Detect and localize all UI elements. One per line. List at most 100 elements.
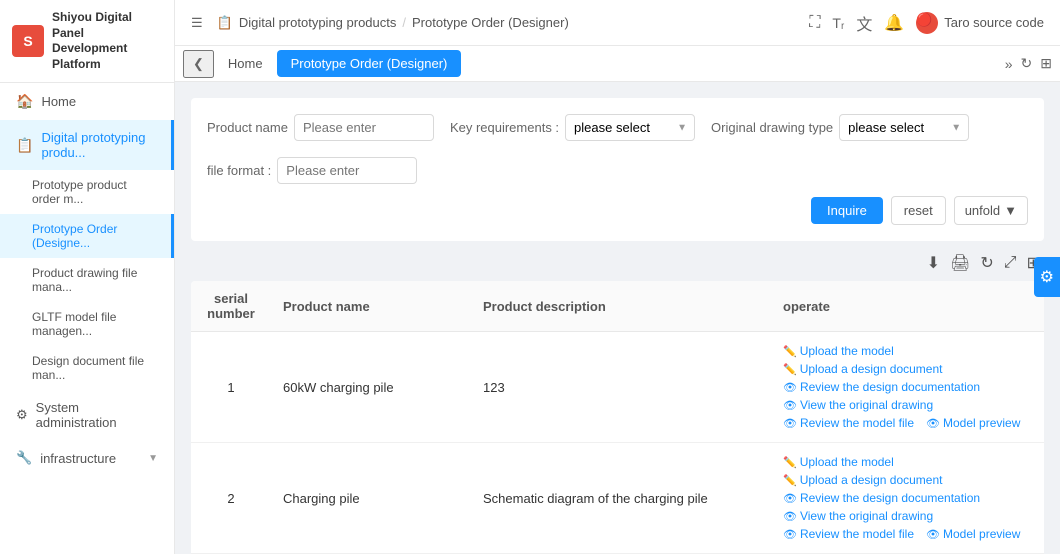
table-toolbar: ⬇ 🖨 ↻ ⤢ ⊞ [191, 253, 1044, 273]
tabbar-actions: » ↻ ⊞ [1005, 55, 1052, 72]
op-upload-design-2[interactable]: ✏️Upload a design document [783, 473, 942, 487]
reset-button[interactable]: reset [891, 196, 946, 225]
tab-prototype-order-designer[interactable]: Prototype Order (Designer) [277, 50, 462, 77]
table-row: 2 Charging pile Schematic diagram of the… [191, 443, 1044, 554]
download-icon[interactable]: ⬇ [927, 253, 940, 273]
op-model-preview-2[interactable]: 👁Model preview [926, 527, 1020, 541]
upload-icon-2: ✏️ [783, 456, 797, 469]
filter-row: Product name Key requirements : please s… [207, 114, 1028, 184]
view-original-icon: 👁 [783, 399, 797, 412]
upload-icon: ✏️ [783, 345, 797, 358]
model-preview-icon-2: 👁 [926, 528, 940, 541]
filter-actions: Inquire reset unfold ▼ [207, 196, 1028, 225]
notification-icon[interactable]: 🔔 [884, 13, 904, 33]
proto-order-d-label: Prototype Order (Designe... [32, 222, 117, 250]
fullscreen-icon[interactable]: ⛶ [809, 14, 820, 32]
tab-home[interactable]: Home [214, 50, 277, 77]
inquire-button[interactable]: Inquire [811, 197, 883, 224]
data-table: serial number Product name Product descr… [191, 281, 1044, 554]
sidebar-sub-proto-order-d[interactable]: Prototype Order (Designe... [0, 214, 174, 258]
col-header-name: Product name [271, 281, 471, 332]
sidebar-item-home[interactable]: 🏠 Home [0, 83, 174, 120]
op-view-original-1[interactable]: 👁View the original drawing [783, 398, 933, 412]
sidebar-sub-product-drawing[interactable]: Product drawing file mana... [0, 258, 174, 302]
filter-product-name: Product name [207, 114, 434, 141]
tab-refresh-icon[interactable]: ↻ [1021, 55, 1033, 72]
sidebar-item-system-admin[interactable]: ⚙ System administration [0, 390, 174, 440]
sidebar-item-digital-proto[interactable]: 📋 Digital prototyping produ... [0, 120, 174, 170]
digital-proto-icon: 📋 [16, 137, 33, 154]
tab-more-icon[interactable]: » [1005, 56, 1013, 72]
infrastructure-arrow-icon: ▼ [148, 453, 158, 464]
op-review-design-2[interactable]: 👁Review the design documentation [783, 491, 980, 505]
op-review-design-1[interactable]: 👁Review the design documentation [783, 380, 980, 394]
sidebar-sub-design-doc[interactable]: Design document file man... [0, 346, 174, 390]
table-header: serial number Product name Product descr… [191, 281, 1044, 332]
user-section[interactable]: 🔴 Taro source code [916, 12, 1044, 34]
view-original-icon-2: 👁 [783, 510, 797, 523]
key-req-select[interactable]: please select [565, 114, 695, 141]
op-upload-model-1[interactable]: ✏️Upload the model [783, 344, 894, 358]
col-header-operate: operate [771, 281, 1044, 332]
sidebar-sub-proto-order-m[interactable]: Prototype product order m... [0, 170, 174, 214]
settings-float-button[interactable]: ⚙ [1034, 257, 1060, 297]
expand-icon[interactable]: ⤢ [1004, 254, 1017, 272]
sidebar-item-home-label: Home [41, 94, 76, 109]
sidebar: S Shiyou Digital PanelDevelopment Platfo… [0, 0, 175, 554]
file-format-label: file format : [207, 163, 271, 178]
main-area: ☰ 📋 Digital prototyping products / Proto… [175, 0, 1060, 554]
table-row: 1 60kW charging pile 123 ✏️Upload the mo… [191, 332, 1044, 443]
upload-design-icon: ✏️ [783, 363, 797, 376]
breadcrumb: ☰ 📋 Digital prototyping products / Proto… [191, 15, 569, 31]
orig-draw-select[interactable]: please select [839, 114, 969, 141]
key-req-label: Key requirements : [450, 120, 559, 135]
gltf-model-label: GLTF model file managen... [32, 310, 116, 338]
topbar: ☰ 📋 Digital prototyping products / Proto… [175, 0, 1060, 46]
key-req-select-wrap: please select [565, 114, 695, 141]
upload-design-icon-2: ✏️ [783, 474, 797, 487]
cell-desc-2: Schematic diagram of the charging pile [471, 443, 771, 554]
table-card: serial number Product name Product descr… [191, 281, 1044, 554]
operate-links-2: ✏️Upload the model ✏️Upload a design doc… [783, 455, 1032, 541]
op-view-original-2[interactable]: 👁View the original drawing [783, 509, 933, 523]
op-review-model-2[interactable]: 👁Review the model file [783, 527, 914, 541]
sidebar-item-infrastructure[interactable]: 🔧 infrastructure ▼ [0, 440, 174, 476]
file-format-input[interactable] [277, 157, 417, 184]
user-label: Taro source code [944, 15, 1044, 30]
op-model-preview-1[interactable]: 👁Model preview [926, 416, 1020, 430]
system-admin-label: System administration [36, 400, 158, 430]
print-icon[interactable]: 🖨 [950, 253, 970, 273]
infrastructure-icon: 🔧 [16, 450, 32, 466]
sidebar-sub-gltf-model[interactable]: GLTF model file managen... [0, 302, 174, 346]
orig-draw-select-wrap: please select [839, 114, 969, 141]
topbar-right: ⛶ Tᵣ 文 🔔 🔴 Taro source code [809, 11, 1044, 35]
op-upload-model-2[interactable]: ✏️Upload the model [783, 455, 894, 469]
op-review-model-1[interactable]: 👁Review the model file [783, 416, 914, 430]
tabbar: ❮ Home Prototype Order (Designer) » ↻ ⊞ [175, 46, 1060, 82]
user-avatar: 🔴 [916, 12, 938, 34]
cell-desc-1: 123 [471, 332, 771, 443]
product-name-input[interactable] [294, 114, 434, 141]
unfold-button[interactable]: unfold ▼ [954, 196, 1028, 225]
home-icon: 🏠 [16, 93, 33, 110]
refresh-icon[interactable]: ↻ [980, 253, 993, 273]
breadcrumb-icon: 📋 [217, 15, 233, 31]
unfold-arrow-icon: ▼ [1004, 203, 1017, 218]
proto-order-m-label: Prototype product order m... [32, 178, 127, 206]
tab-grid-icon[interactable]: ⊞ [1040, 55, 1052, 72]
tab-collapse-btn[interactable]: ❮ [183, 50, 214, 78]
review-design-icon-2: 👁 [783, 492, 797, 505]
cell-serial-2: 2 [191, 443, 271, 554]
op-upload-design-1[interactable]: ✏️Upload a design document [783, 362, 942, 376]
filter-key-req: Key requirements : please select [450, 114, 695, 141]
model-preview-icon: 👁 [926, 417, 940, 430]
cell-name-2: Charging pile [271, 443, 471, 554]
logo-text: Shiyou Digital PanelDevelopment Platform [52, 10, 162, 72]
breadcrumb-current: Prototype Order (Designer) [412, 15, 569, 30]
filter-card: Product name Key requirements : please s… [191, 98, 1044, 241]
product-name-label: Product name [207, 120, 288, 135]
language-icon[interactable]: 文 [856, 11, 872, 35]
sidebar-nav: 🏠 Home 📋 Digital prototyping produ... Pr… [0, 83, 174, 554]
translate-t-icon[interactable]: Tᵣ [832, 15, 844, 31]
sidebar-collapse-icon[interactable]: ☰ [191, 15, 203, 31]
